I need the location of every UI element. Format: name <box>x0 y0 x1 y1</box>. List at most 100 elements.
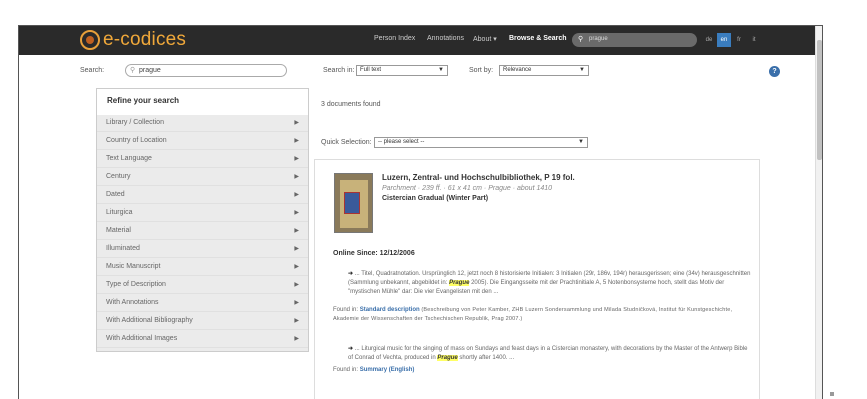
result-item: Luzern, Zentral- und Hochschulbibliothek… <box>314 159 760 399</box>
facet-label: Type of Description <box>106 281 166 288</box>
top-navigation-bar: e-codices Person Index Annotations About… <box>19 26 817 55</box>
found-in-2: Found in: Summary (English) <box>333 366 753 375</box>
sort-by-label: Sort by: <box>469 67 494 74</box>
quick-selection-label: Quick Selection: <box>321 139 372 146</box>
refine-title: Refine your search <box>107 96 180 105</box>
lang-de[interactable]: de <box>702 33 716 47</box>
scrollbar-thumb[interactable] <box>817 40 822 160</box>
chevron-right-icon: ▶ <box>294 264 299 270</box>
facet-illuminated[interactable]: Illuminated ▶ <box>97 241 308 258</box>
chevron-right-icon: ▶ <box>294 300 299 306</box>
chevron-right-icon: ▶ <box>294 174 299 180</box>
facet-label: Text Language <box>106 155 152 162</box>
search-input[interactable]: ⚲ prague <box>125 64 287 77</box>
thumbnail-initial <box>344 192 360 214</box>
facet-label: Material <box>106 227 131 234</box>
sort-by-select[interactable]: Relevance ▼ <box>499 65 589 76</box>
help-icon[interactable]: ? <box>769 66 780 77</box>
facet-label: With Additional Images <box>106 335 178 342</box>
chevron-right-icon: ▶ <box>294 156 299 162</box>
found-in-label: Found in: <box>333 367 359 373</box>
snippet-highlight: Prague <box>449 280 470 286</box>
sort-by-value: Relevance <box>503 67 532 73</box>
result-snippet-2: ➜ ... Liturgical music for the singing o… <box>348 345 752 363</box>
facet-country-of-location[interactable]: Country of Location ▶ <box>97 133 308 150</box>
logo-text: e-codices <box>103 29 187 50</box>
result-title[interactable]: Luzern, Zentral- und Hochschulbibliothek… <box>382 173 575 182</box>
search-value: prague <box>139 67 161 74</box>
manuscript-thumbnail[interactable] <box>334 173 373 233</box>
facet-music-manuscript[interactable]: Music Manuscript ▶ <box>97 259 308 276</box>
chevron-right-icon: ▶ <box>294 120 299 126</box>
found-in-label: Found in: <box>333 307 359 313</box>
nav-person-index[interactable]: Person Index <box>374 35 415 42</box>
arrow-right-icon: ➜ <box>348 346 354 352</box>
facet-label: Illuminated <box>106 245 140 252</box>
chevron-right-icon: ▶ <box>294 336 299 342</box>
facet-text-language[interactable]: Text Language ▶ <box>97 151 308 168</box>
facet-label: With Additional Bibliography <box>106 317 193 324</box>
facet-label: With Annotations <box>106 299 159 306</box>
nav-browse-search[interactable]: Browse & Search <box>509 35 567 42</box>
result-subtitle: Cistercian Gradual (Winter Part) <box>382 195 489 202</box>
dropdown-arrow-icon: ▼ <box>579 67 585 73</box>
found-in-link-standard-description[interactable]: Standard description <box>360 307 420 313</box>
facet-with-annotations[interactable]: With Annotations ▶ <box>97 295 308 312</box>
found-in-link-summary-english[interactable]: Summary (English) <box>360 367 415 373</box>
facet-label: Library / Collection <box>106 119 164 126</box>
facet-liturgica[interactable]: Liturgica ▶ <box>97 205 308 222</box>
search-in-select[interactable]: Full text ▼ <box>356 65 448 76</box>
lang-fr[interactable]: fr <box>732 33 746 47</box>
window-resize-handle[interactable] <box>830 392 834 396</box>
logo[interactable]: e-codices <box>80 29 186 51</box>
nav-annotations[interactable]: Annotations <box>427 35 464 42</box>
search-in-label: Search in: <box>323 67 355 74</box>
snippet-highlight: Prague <box>437 355 458 361</box>
lang-en[interactable]: en <box>717 33 731 47</box>
facet-with-additional-images[interactable]: With Additional Images ▶ <box>97 331 308 348</box>
browser-viewport: e-codices Person Index Annotations About… <box>18 25 823 399</box>
online-since: Online Since: 12/12/2006 <box>333 250 415 257</box>
nav-about[interactable]: About ▾ <box>473 35 497 43</box>
facet-label: Dated <box>106 191 125 198</box>
result-meta: Parchment · 239 ff. · 61 x 41 cm · Pragu… <box>382 185 553 192</box>
header-search-value: prague <box>589 36 608 42</box>
facet-label: Country of Location <box>106 137 167 144</box>
chevron-right-icon: ▶ <box>294 210 299 216</box>
quick-selection-select[interactable]: -- please select -- ▼ <box>374 137 588 148</box>
result-snippet-1: ➜ ... Titel, Quadratnotation. Ursprüngli… <box>348 270 752 297</box>
chevron-right-icon: ▶ <box>294 318 299 324</box>
search-label: Search: <box>80 67 105 74</box>
search-icon: ⚲ <box>130 67 136 74</box>
snippet-text: shortly after 1400. ... <box>459 355 515 361</box>
facet-label: Music Manuscript <box>106 263 161 270</box>
refine-panel: Refine your search Library / Collection ▶… <box>96 88 309 352</box>
chevron-right-icon: ▶ <box>294 228 299 234</box>
lang-it[interactable]: it <box>747 33 761 47</box>
chevron-right-icon: ▶ <box>294 192 299 198</box>
results-count: 3 documents found <box>321 101 381 108</box>
facet-century[interactable]: Century ▶ <box>97 169 308 186</box>
arrow-right-icon: ➜ <box>348 271 354 277</box>
dropdown-arrow-icon: ▼ <box>578 139 584 145</box>
facet-library-collection[interactable]: Library / Collection ▶ <box>97 115 308 132</box>
found-in-1: Found in: Standard description (Beschrei… <box>333 306 753 324</box>
chevron-right-icon: ▶ <box>294 282 299 288</box>
facet-label: Century <box>106 173 131 180</box>
facet-type-of-description[interactable]: Type of Description ▶ <box>97 277 308 294</box>
page-scrollbar[interactable] <box>815 26 822 399</box>
chevron-right-icon: ▶ <box>294 138 299 144</box>
search-in-value: Full text <box>360 67 382 73</box>
facet-list: Library / Collection ▶ Country of Locatio… <box>97 115 308 351</box>
facet-material[interactable]: Material ▶ <box>97 223 308 240</box>
snippet-text: ... Liturgical music for the singing of … <box>348 346 748 361</box>
facet-dated[interactable]: Dated ▶ <box>97 187 308 204</box>
chevron-right-icon: ▶ <box>294 246 299 252</box>
logo-emblem-icon <box>80 30 100 50</box>
facet-label: Liturgica <box>106 209 133 216</box>
facet-with-additional-bibliography[interactable]: With Additional Bibliography ▶ <box>97 313 308 330</box>
dropdown-arrow-icon: ▼ <box>438 67 444 73</box>
search-icon: ⚲ <box>578 36 584 43</box>
quick-selection-value: -- please select -- <box>378 139 425 145</box>
header-search-input[interactable]: ⚲ prague <box>572 33 697 47</box>
